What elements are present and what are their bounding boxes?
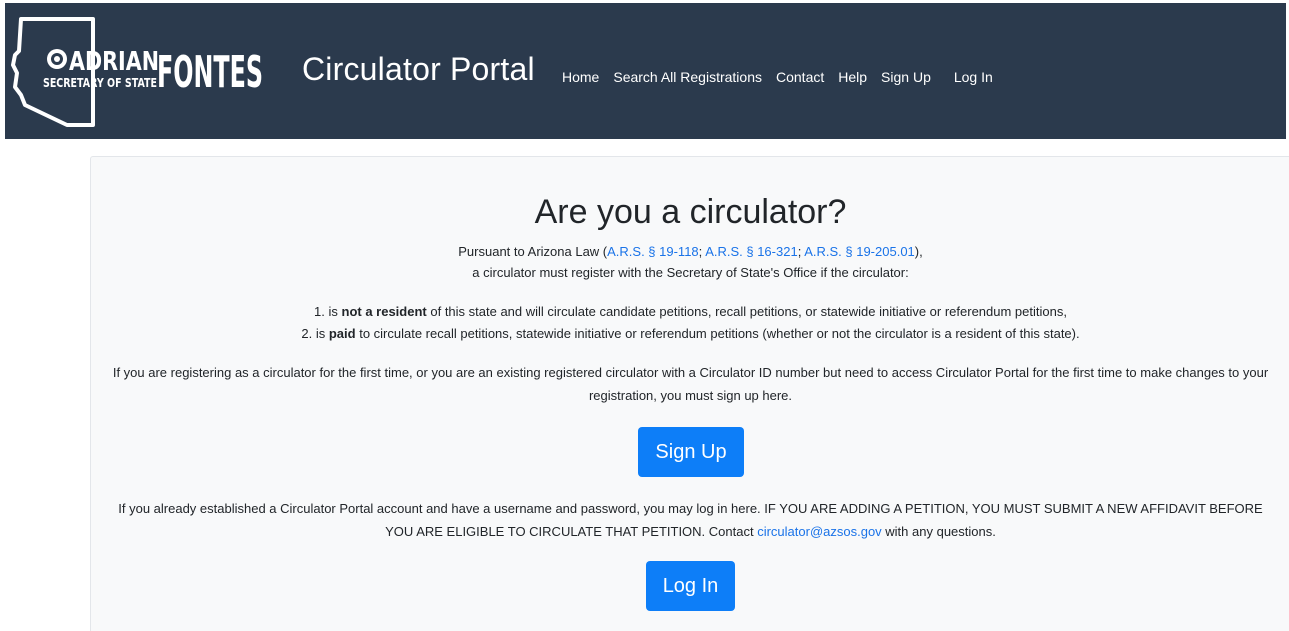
criteria-item-1: 1. is not a resident of this state and w… (314, 304, 1067, 319)
nav-search-registrations[interactable]: Search All Registrations (613, 69, 762, 85)
law-link-16-321[interactable]: A.R.S. § 16-321 (705, 244, 798, 259)
nav-sign-up[interactable]: Sign Up (881, 69, 931, 85)
top-navbar: ADRIAN FONTES SECRETARY OF STATE Circula… (5, 3, 1286, 139)
law-intro: Pursuant to Arizona Law (A.R.S. § 19-118… (458, 244, 923, 259)
nav-home[interactable]: Home (562, 69, 599, 85)
sign-up-button[interactable]: Sign Up (638, 427, 744, 477)
page-title: Are you a circulator? (534, 193, 847, 231)
contact-email-link[interactable]: circulator@azsos.gov (757, 524, 881, 539)
portal-title[interactable]: Circulator Portal (302, 51, 535, 88)
law-link-19-118[interactable]: A.R.S. § 19-118 (607, 244, 699, 259)
law-link-19-205-01[interactable]: A.R.S. § 19-205.01 (804, 244, 915, 259)
nav-log-in[interactable]: Log In (954, 69, 993, 85)
az-sos-logo[interactable]: ADRIAN FONTES SECRETARY OF STATE (5, 15, 285, 133)
nav-contact[interactable]: Contact (776, 69, 824, 85)
intro-panel: Are you a circulator? Pursuant to Arizon… (90, 156, 1289, 631)
main-nav: Home Search All Registrations Contact He… (562, 69, 1007, 85)
logo-text-sos: SECRETARY OF STATE (43, 76, 157, 90)
law-intro-line2: a circulator must register with the Secr… (472, 265, 909, 280)
logo-text-adrian: ADRIAN (69, 47, 159, 77)
criteria-item-2: 2. is paid to circulate recall petitions… (301, 326, 1080, 341)
logo-text-fontes: FONTES (157, 47, 263, 98)
login-instructions: If you already established a Circulator … (118, 501, 1263, 539)
log-in-button[interactable]: Log In (646, 561, 735, 611)
signup-instructions: If you are registering as a circulator f… (112, 365, 1269, 403)
nav-help[interactable]: Help (838, 69, 867, 85)
